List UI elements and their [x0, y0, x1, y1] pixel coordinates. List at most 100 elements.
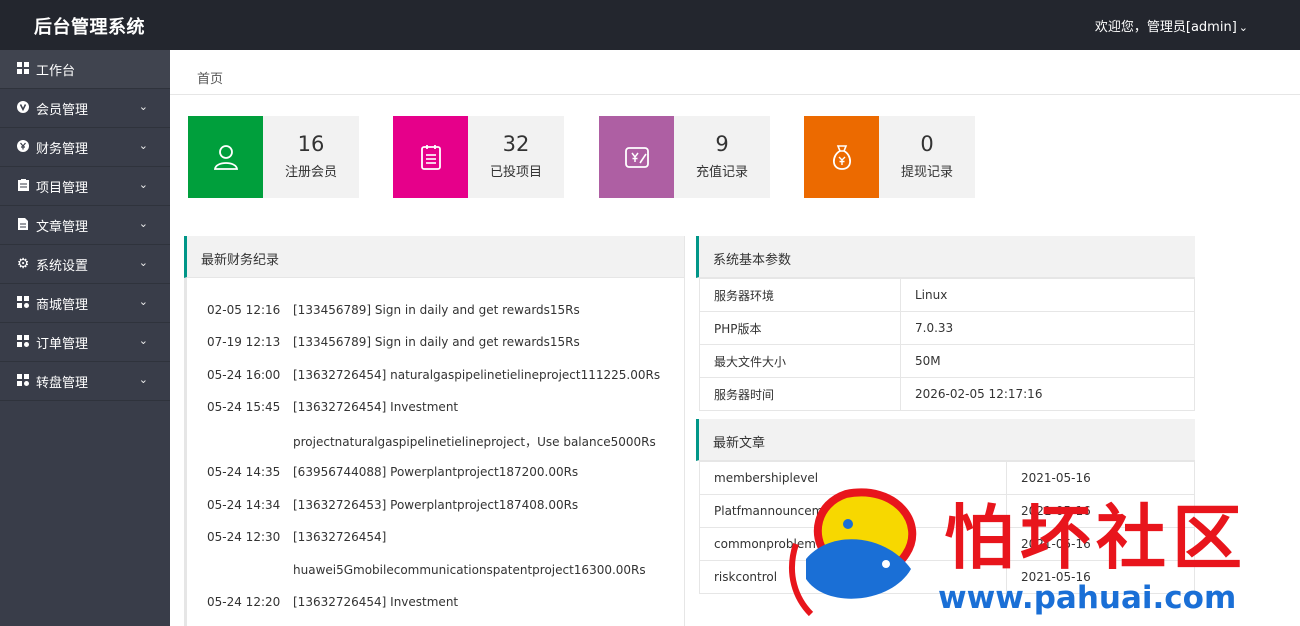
- article-title[interactable]: riskcontrol: [699, 560, 1007, 594]
- record-text: [133456789] Sign in daily and get reward…: [293, 335, 580, 349]
- stat-card-members[interactable]: 16 注册会员: [188, 116, 359, 198]
- sidebar-item-shop[interactable]: 商城管理 ⌄: [0, 284, 170, 323]
- article-title[interactable]: membershiplevel: [699, 461, 1007, 495]
- sidebar-item-orders[interactable]: 订单管理 ⌄: [0, 323, 170, 362]
- sidebar-item-label: 工作台: [36, 63, 76, 79]
- user-menu[interactable]: 欢迎您，管理员[admin] ⌄: [1095, 16, 1248, 35]
- record-text: [13632726454] Investment: [293, 400, 459, 414]
- vip-icon: [16, 100, 30, 116]
- table-row: 最大文件大小 50M: [699, 344, 1195, 378]
- record-time: 07-19 12:13: [207, 335, 281, 349]
- panel-header: 系统基本参数: [696, 236, 1195, 278]
- stat-value: 0: [920, 132, 934, 156]
- info-value: 2026-02-05 12:17:16: [900, 377, 1195, 411]
- info-value: 50M: [900, 344, 1195, 378]
- record-time: 05-24 12:30: [207, 530, 281, 544]
- recharge-icon: [624, 147, 649, 168]
- articles-panel: 最新文章 membershiplevel 2021-05-16 Platfman…: [696, 419, 1195, 595]
- stat-card-recharge[interactable]: 9 充值记录: [599, 116, 770, 198]
- stat-label: 提现记录: [900, 165, 953, 180]
- panel-title: 最新文章: [713, 436, 766, 451]
- clipboard-icon: [16, 178, 30, 194]
- currency-icon: [16, 139, 30, 155]
- stat-card-projects[interactable]: 32 已投项目: [393, 116, 564, 198]
- record-time: 05-24 15:45: [207, 400, 281, 414]
- sidebar-item-dashboard[interactable]: 工作台: [0, 50, 170, 89]
- sidebar-item-label: 文章管理: [36, 219, 89, 235]
- system-info-panel: 系统基本参数 服务器环境 Linux PHP版本 7.0.33 最大文件大小 5…: [696, 236, 1195, 411]
- apps-icon: [16, 295, 30, 311]
- article-title[interactable]: Platfmannouncement: [699, 494, 1007, 528]
- record-text: projectnaturalgaspipelinetielineproject，…: [293, 435, 656, 449]
- stat-icon-box: [599, 116, 674, 198]
- sidebar-item-finance[interactable]: 财务管理 ⌄: [0, 128, 170, 167]
- sidebar-item-settings[interactable]: ⚙ 系统设置 ⌄: [0, 245, 170, 284]
- info-value: Linux: [900, 278, 1195, 312]
- sidebar-item-projects[interactable]: 项目管理 ⌄: [0, 167, 170, 206]
- article-date: 2021-05-16: [1006, 494, 1195, 528]
- record-text: [13632726454] Investment: [293, 595, 459, 609]
- finance-panel: 最新财务纪录 02-05 12:16 [133456789] Sign in d…: [184, 236, 685, 626]
- info-value: 7.0.33: [900, 311, 1195, 345]
- record-time: 02-05 12:16: [207, 303, 281, 317]
- record-time: 05-24 12:20: [207, 595, 281, 609]
- clipboard-icon: [420, 145, 441, 170]
- top-header: 后台管理系统 欢迎您，管理员[admin] ⌄: [0, 0, 1300, 50]
- money-bag-icon: [832, 145, 851, 170]
- articles-table: membershiplevel 2021-05-16 Platfmannounc…: [699, 461, 1195, 594]
- table-row[interactable]: membershiplevel 2021-05-16: [699, 461, 1195, 495]
- record-time: 05-24 14:35: [207, 465, 281, 479]
- stat-value: 16: [297, 132, 325, 156]
- stat-value: 32: [502, 132, 530, 156]
- user-icon: [213, 145, 238, 170]
- sidebar-item-label: 项目管理: [36, 180, 89, 196]
- chevron-down-icon: ⌄: [138, 217, 148, 230]
- chevron-down-icon: ⌄: [1238, 21, 1248, 34]
- document-icon: [16, 217, 30, 233]
- info-key: 服务器环境: [699, 278, 901, 312]
- info-key: PHP版本: [699, 311, 901, 345]
- chevron-down-icon: ⌄: [138, 373, 148, 386]
- table-row: PHP版本 7.0.33: [699, 311, 1195, 345]
- chevron-down-icon: ⌄: [138, 295, 148, 308]
- apps-icon: [16, 373, 30, 389]
- sidebar-item-wheel[interactable]: 转盘管理 ⌄: [0, 362, 170, 401]
- sidebar-item-members[interactable]: 会员管理 ⌄: [0, 89, 170, 128]
- stat-icon-box: [393, 116, 468, 198]
- record-text: [13632726453] Powerplantproject187408.00…: [293, 498, 579, 512]
- sidebar-item-label: 订单管理: [36, 336, 89, 352]
- article-date: 2021-05-16: [1006, 560, 1195, 594]
- apps-icon: [16, 334, 30, 350]
- record-text: [13632726454] naturalgaspipelinetielinep…: [293, 368, 661, 382]
- system-info-table: 服务器环境 Linux PHP版本 7.0.33 最大文件大小 50M 服务器时…: [699, 278, 1195, 411]
- table-row[interactable]: Platfmannouncement 2021-05-16: [699, 494, 1195, 528]
- breadcrumb: 首页: [170, 50, 1300, 95]
- stat-icon-box: [804, 116, 879, 198]
- stat-card-withdraw[interactable]: 0 提现记录: [804, 116, 975, 198]
- breadcrumb-home[interactable]: 首页: [197, 68, 223, 87]
- stat-label: 已投项目: [489, 165, 542, 180]
- chevron-down-icon: ⌄: [138, 256, 148, 269]
- table-row: 服务器环境 Linux: [699, 278, 1195, 312]
- sidebar: 工作台 会员管理 ⌄ 财务管理 ⌄ 项目管理 ⌄ 文章管理 ⌄ ⚙ 系统设置 ⌄: [0, 50, 170, 626]
- table-row: 服务器时间 2026-02-05 12:17:16: [699, 377, 1195, 411]
- sidebar-item-label: 财务管理: [36, 141, 89, 157]
- chevron-down-icon: ⌄: [138, 334, 148, 347]
- stat-label: 充值记录: [695, 165, 748, 180]
- article-date: 2021-05-16: [1006, 527, 1195, 561]
- record-time: 05-24 16:00: [207, 368, 281, 382]
- panel-header: 最新文章: [696, 419, 1195, 461]
- finance-list: 02-05 12:16 [133456789] Sign in daily an…: [184, 278, 685, 626]
- info-key: 服务器时间: [699, 377, 901, 411]
- info-key: 最大文件大小: [699, 344, 901, 378]
- panel-title: 系统基本参数: [713, 253, 792, 268]
- article-date: 2021-05-16: [1006, 461, 1195, 495]
- panel-header: 最新财务纪录: [184, 236, 684, 278]
- table-row[interactable]: commonproblem 2021-05-16: [699, 527, 1195, 561]
- sidebar-item-articles[interactable]: 文章管理 ⌄: [0, 206, 170, 245]
- article-title[interactable]: commonproblem: [699, 527, 1007, 561]
- main-content: 首页 16 注册会员 32 已投项目 9 充值记录 0 提现记录 最新财务纪录: [170, 50, 1300, 626]
- chevron-down-icon: ⌄: [138, 100, 148, 113]
- table-row[interactable]: riskcontrol 2021-05-16: [699, 560, 1195, 594]
- record-text: huawei5Gmobilecommunicationspatentprojec…: [293, 563, 646, 577]
